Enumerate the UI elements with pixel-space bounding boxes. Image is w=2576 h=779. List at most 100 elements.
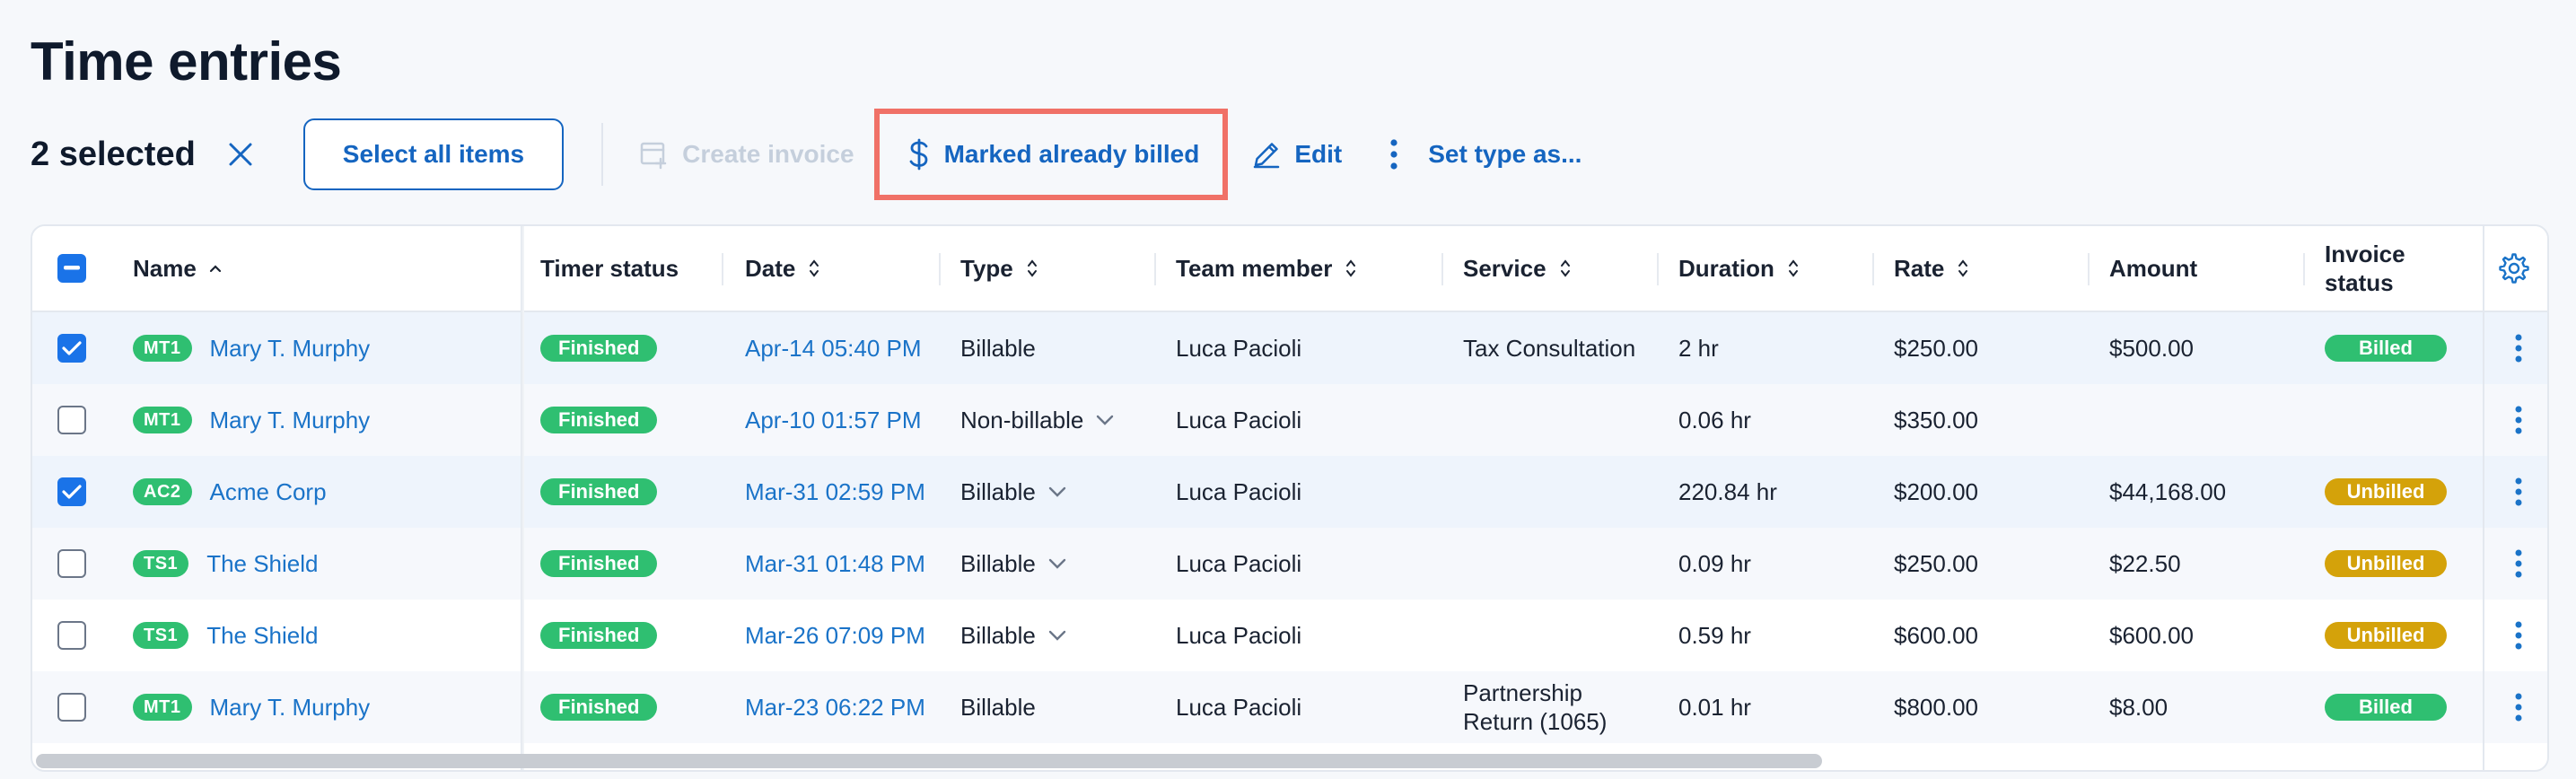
column-divider [1441,253,1443,285]
invoice-status-badge: Unbilled [2325,478,2447,505]
type-dropdown[interactable]: Non-billable [960,384,1114,456]
column-header-name-label: Name [133,254,197,282]
row-menu-button[interactable] [2501,608,2537,662]
mark-already-billed-button[interactable]: Marked already billed [873,109,1229,200]
row-checkbox[interactable] [57,549,86,578]
create-invoice-button[interactable]: Create invoice [639,139,854,170]
duration-value: 0.01 hr [1678,693,1751,721]
column-header-rate[interactable]: Rate [1894,226,1969,311]
sort-arrows-icon [1560,259,1570,277]
column-divider [939,253,941,285]
client-name-link[interactable]: Mary T. Murphy [210,335,371,363]
header-checkbox[interactable] [57,254,86,283]
clear-selection-button[interactable] [223,136,258,172]
row-checkbox[interactable] [57,477,86,506]
date-link[interactable]: Mar-31 02:59 PM [745,478,925,506]
table-row[interactable]: TS1 The Shield Finished Mar-31 01:48 PM B… [32,528,2547,600]
date-link[interactable]: Mar-23 06:22 PM [745,694,925,722]
client-name-link[interactable]: Mary T. Murphy [210,407,371,434]
column-header-invoice-status[interactable]: Invoice status [2325,226,2405,311]
date-link[interactable]: Mar-31 01:48 PM [745,550,925,578]
client-name-link[interactable]: The Shield [206,622,318,650]
row-checkbox[interactable] [57,693,86,722]
table-row[interactable]: TS1 The Shield Finished Mar-26 07:09 PM B… [32,600,2547,671]
amount-value: $44,168.00 [2109,477,2227,505]
client-name-link[interactable]: Mary T. Murphy [210,694,371,722]
team-member-value: Luca Pacioli [1176,621,1302,649]
column-header-duration-label: Duration [1678,254,1774,282]
close-icon [229,143,252,166]
select-all-button[interactable]: Select all items [302,118,565,190]
chevron-down-icon [1048,630,1066,641]
column-header-timer-status[interactable]: Timer status [540,226,679,311]
table-row[interactable]: MT1 Mary T. Murphy Finished Mar-23 06:22 … [32,671,2547,743]
amount-value: $22.50 [2109,549,2181,577]
service-value-line1: Partnership [1463,679,1582,706]
row-menu-button[interactable] [2501,680,2537,734]
team-member-value: Luca Pacioli [1176,406,1302,433]
table-row[interactable]: MT1 Mary T. Murphy Finished Apr-14 05:40 … [32,312,2547,384]
team-member-value: Luca Pacioli [1176,549,1302,577]
date-link[interactable]: Apr-10 01:57 PM [745,407,922,434]
client-name-link[interactable]: The Shield [206,550,318,578]
date-link[interactable]: Apr-14 05:40 PM [745,335,922,363]
row-menu-button[interactable] [2501,393,2537,447]
row-checkbox[interactable] [57,621,86,650]
column-header-amount-label: Amount [2109,254,2198,282]
chevron-down-icon [1097,415,1114,425]
client-name-link[interactable]: Acme Corp [210,478,327,506]
sticky-column-divider [521,226,524,770]
team-member-value: Luca Pacioli [1176,477,1302,505]
timer-status-badge: Finished [540,550,658,577]
kebab-icon [2515,549,2522,578]
page-title: Time entries [31,31,342,92]
duration-value: 0.06 hr [1678,406,1751,433]
rate-value: $800.00 [1894,693,1978,721]
column-divider [1154,253,1156,285]
rate-value: $250.00 [1894,334,1978,362]
column-header-date[interactable]: Date [745,226,820,311]
column-divider [2303,253,2305,285]
timer-status-badge: Finished [540,335,658,362]
column-settings-button[interactable] [2499,226,2529,311]
gear-icon [2499,253,2529,284]
rate-value: $350.00 [1894,406,1978,433]
row-checkbox[interactable] [57,406,86,434]
horizontal-scrollbar[interactable] [36,754,1822,768]
sort-arrows-icon [810,259,819,277]
column-header-type[interactable]: Type [960,226,1038,311]
sort-asc-icon [209,265,221,273]
column-divider [1657,253,1659,285]
column-header-name[interactable]: Name [133,226,222,311]
row-menu-button[interactable] [2501,465,2537,519]
column-header-service[interactable]: Service [1463,226,1572,311]
type-dropdown[interactable]: Billable [960,528,1066,600]
client-badge: MT1 [133,694,192,721]
column-header-team-member[interactable]: Team member [1176,226,1357,311]
column-header-duration[interactable]: Duration [1678,226,1800,311]
row-menu-button[interactable] [2501,321,2537,375]
row-menu-button[interactable] [2501,537,2537,591]
table-row[interactable]: MT1 Mary T. Murphy Finished Apr-10 01:57 … [32,384,2547,456]
set-type-button[interactable]: Set type as... [1389,138,1582,171]
column-divider [722,253,723,285]
type-dropdown[interactable]: Billable [960,600,1066,671]
sort-arrows-icon [1346,259,1356,277]
edit-button[interactable]: Edit [1251,139,1342,170]
table-row[interactable]: AC2 Acme Corp Finished Mar-31 02:59 PM Bi… [32,456,2547,528]
timer-status-badge: Finished [540,622,658,649]
date-link[interactable]: Mar-26 07:09 PM [745,622,925,650]
mark-already-billed-label: Marked already billed [943,140,1200,168]
invoice-add-icon [640,142,667,170]
sort-arrows-icon [1788,259,1798,277]
row-checkbox[interactable] [57,334,86,363]
set-type-label: Set type as... [1428,140,1582,168]
duration-value: 220.84 hr [1678,477,1777,505]
selected-count: 2 selected [31,135,196,173]
column-header-amount[interactable]: Amount [2109,226,2197,311]
type-dropdown[interactable]: Billable [960,456,1066,528]
team-member-value: Luca Pacioli [1176,693,1302,721]
timer-status-badge: Finished [540,407,658,433]
type-value: Billable [960,549,1036,577]
kebab-icon [2515,406,2522,434]
